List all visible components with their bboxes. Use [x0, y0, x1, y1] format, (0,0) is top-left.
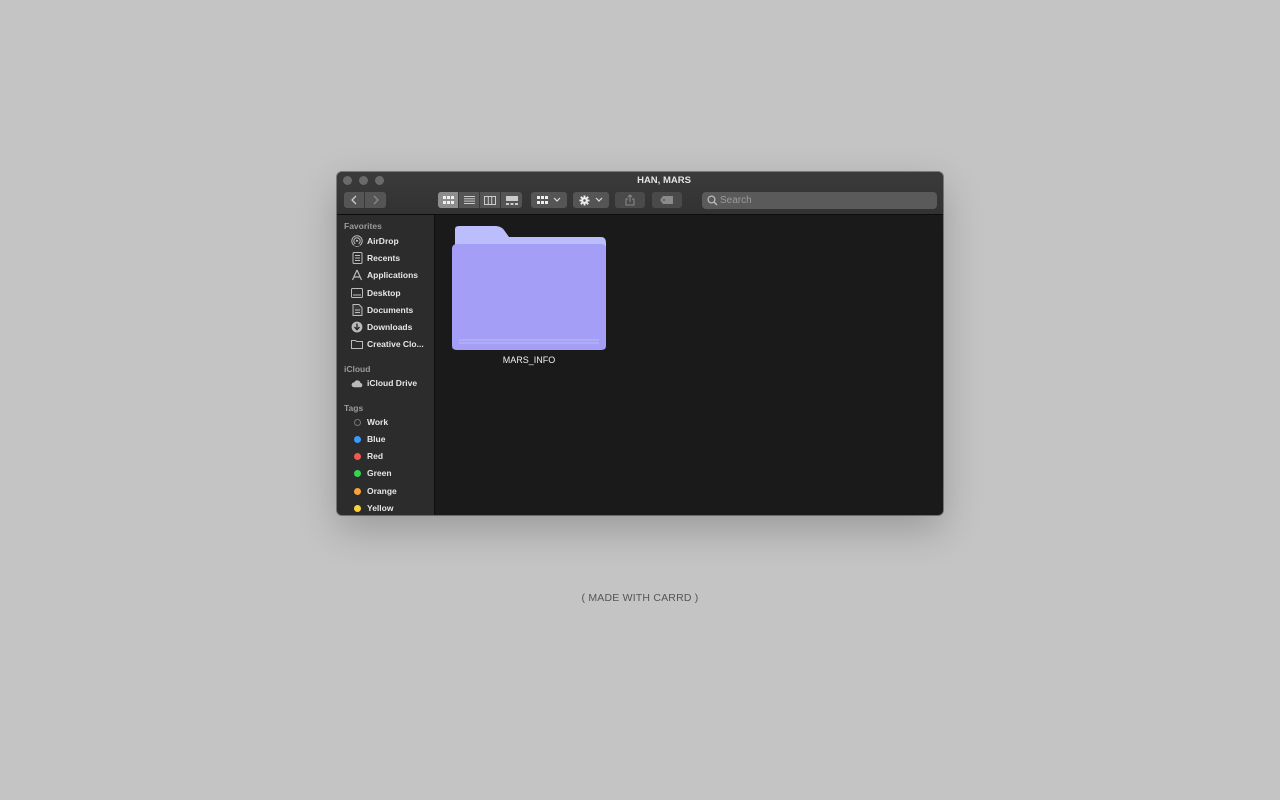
search-field[interactable] [702, 192, 937, 209]
blue-dot-icon [353, 435, 361, 443]
gallery-view-button[interactable] [501, 192, 522, 208]
sidebar-tag-orange[interactable]: Orange [351, 484, 397, 498]
orange-dot-icon [353, 487, 361, 495]
tag-dot-yellow [351, 502, 363, 514]
sidebar-item-documents[interactable]: Documents [351, 303, 413, 317]
sidebar-item-label: Work [367, 417, 389, 427]
sidebar-section-icloud: iCloud [344, 364, 371, 374]
sidebar-item-label: Downloads [367, 322, 413, 332]
folder-name-label[interactable]: MARS_INFO [451, 355, 607, 365]
green-dot-icon [353, 469, 361, 477]
gallery-icon [505, 195, 518, 205]
sidebar-item-label: Red [367, 451, 384, 461]
sidebar-section-tags: Tags [344, 403, 364, 413]
airdrop-icon [351, 235, 363, 247]
search-icon [707, 195, 718, 206]
sidebar-tag-red[interactable]: Red [351, 449, 383, 463]
sidebar: Favorites AirDrop Recents Applications D… [337, 215, 435, 515]
sidebar-item-icloud-drive[interactable]: iCloud Drive [351, 376, 417, 390]
column-view-button[interactable] [480, 192, 501, 208]
tag-dot-red [351, 450, 363, 462]
icon-view-button[interactable] [438, 192, 459, 208]
tag-icon [660, 196, 673, 204]
folder-icon [351, 338, 363, 350]
downloads-icon [351, 321, 363, 333]
documents-icon [351, 304, 363, 316]
chevron-left-icon [351, 195, 357, 205]
sidebar-tag-yellow[interactable]: Yellow [351, 501, 393, 515]
sidebar-tag-green[interactable]: Green [351, 466, 392, 480]
sidebar-item-label: Green [367, 468, 392, 478]
forward-button[interactable] [365, 192, 386, 208]
group-by-button[interactable] [531, 192, 567, 208]
chevron-down-icon [553, 197, 561, 202]
cloud-icon [351, 377, 363, 389]
sidebar-item-label: Creative Clo... [367, 339, 424, 349]
tag-dot-work [351, 416, 363, 428]
sidebar-tag-work[interactable]: Work [351, 415, 388, 429]
sidebar-item-label: iCloud Drive [367, 378, 418, 388]
sidebar-item-label: Applications [367, 270, 419, 280]
chevron-down-icon [595, 197, 603, 202]
sidebar-item-label: Orange [367, 486, 397, 496]
made-with-carrd-link[interactable]: ( MADE WITH CARRD ) [0, 592, 1280, 604]
share-icon [625, 194, 635, 206]
tags-button[interactable] [652, 192, 682, 208]
sidebar-item-recents[interactable]: Recents [351, 251, 400, 265]
folder-icon [452, 226, 606, 350]
sidebar-item-label: Desktop [367, 288, 401, 298]
sidebar-item-downloads[interactable]: Downloads [351, 320, 412, 334]
search-input[interactable] [720, 192, 930, 209]
red-dot-icon [353, 452, 361, 460]
desktop-icon [351, 287, 363, 299]
gear-icon [579, 194, 590, 206]
grid-icon [442, 196, 454, 204]
action-menu-button[interactable] [573, 192, 609, 208]
chevron-right-icon [373, 195, 379, 205]
back-button[interactable] [344, 192, 365, 208]
sidebar-item-label: AirDrop [367, 236, 399, 246]
sidebar-item-creative-cloud[interactable]: Creative Clo... [351, 337, 424, 351]
sidebar-item-label: Documents [367, 305, 414, 315]
list-icon [463, 196, 475, 204]
sidebar-item-applications[interactable]: Applications [351, 268, 418, 282]
gray-dot-icon [353, 418, 361, 426]
recents-icon [351, 252, 363, 264]
folder-mars-info[interactable] [451, 225, 607, 351]
sidebar-item-label: Recents [367, 253, 401, 263]
applications-icon [351, 269, 363, 281]
toolbar: HAN, MARS [337, 172, 943, 215]
view-mode-switcher [438, 192, 522, 208]
sidebar-item-desktop[interactable]: Desktop [351, 286, 401, 300]
list-view-button[interactable] [459, 192, 480, 208]
sidebar-item-label: Blue [367, 434, 386, 444]
finder-window: HAN, MARS Search Favorites AirDrop Recen… [337, 172, 943, 515]
sidebar-item-airdrop[interactable]: AirDrop [351, 234, 399, 248]
sidebar-item-label: Yellow [367, 503, 394, 513]
sidebar-section-favorites: Favorites [344, 221, 382, 231]
grid-icon [537, 196, 548, 204]
yellow-dot-icon [353, 504, 361, 512]
share-button[interactable] [615, 192, 645, 208]
file-browser: MARS_INFO [435, 215, 943, 515]
columns-icon [484, 195, 496, 205]
sidebar-tag-blue[interactable]: Blue [351, 432, 385, 446]
nav-buttons [344, 192, 386, 208]
tag-dot-green [351, 467, 363, 479]
window-title: HAN, MARS [637, 175, 691, 186]
tag-dot-orange [351, 485, 363, 497]
tag-dot-blue [351, 433, 363, 445]
